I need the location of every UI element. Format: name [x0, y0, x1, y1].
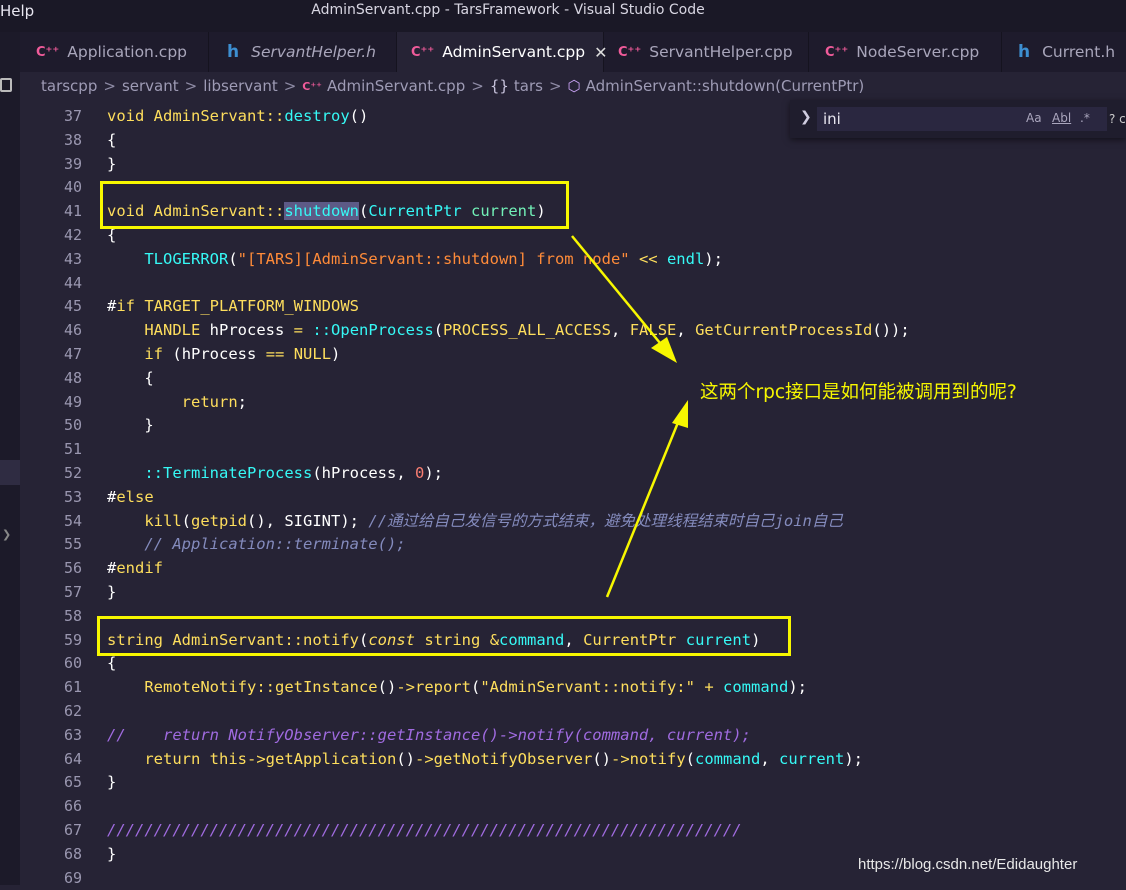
arrow-line-bottom	[607, 420, 679, 597]
arrow-head-bottom	[672, 400, 688, 428]
arrow-head-top	[651, 337, 677, 363]
annotation-text: 这两个rpc接口是如何能被调用到的呢?	[700, 378, 1017, 404]
annotation-arrows	[0, 0, 1126, 885]
watermark: https://blog.csdn.net/Edidaughter	[858, 856, 1077, 873]
arrow-line-top	[572, 236, 660, 343]
